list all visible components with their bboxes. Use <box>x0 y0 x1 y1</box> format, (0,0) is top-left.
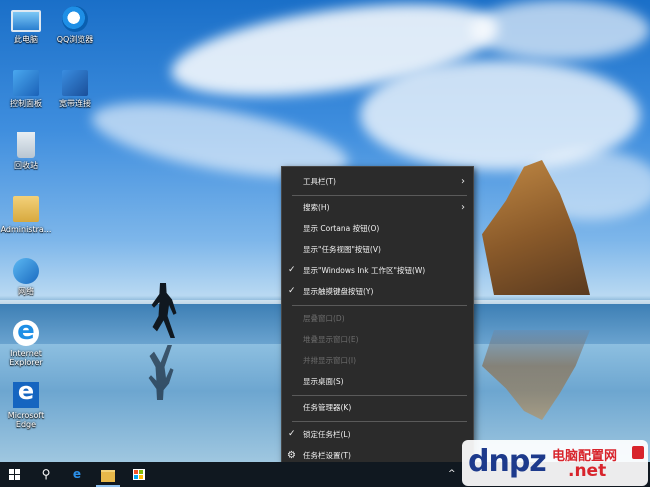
menu-separator <box>292 305 467 306</box>
recycle-bin-icon <box>17 132 35 158</box>
desktop-icon-label: 回收站 <box>14 161 38 170</box>
menu-separator <box>292 395 467 396</box>
menu-item-label: 显示"任务视图"按钮(V) <box>303 245 381 254</box>
taskbar-file-explorer-button[interactable] <box>93 462 123 487</box>
file-explorer-icon <box>101 470 115 482</box>
desktop-icon-label: Administra... <box>0 225 52 234</box>
wallpaper-cloud <box>470 0 650 60</box>
chevron-right-icon: › <box>461 202 465 213</box>
desktop-icon-label: 网络 <box>18 287 34 296</box>
edge-icon <box>13 377 39 408</box>
qq-browser-icon <box>62 6 88 32</box>
desktop-icon-broadband-connection[interactable]: 宽带连接 <box>49 70 101 108</box>
desktop-icon-label: QQ浏览器 <box>56 35 94 44</box>
menu-item-label: 层叠窗口(D) <box>303 314 345 323</box>
menu-item-show-touch-keyboard-button[interactable]: ✓ 显示触摸键盘按钮(Y) <box>282 282 473 301</box>
menu-item-label: 锁定任务栏(L) <box>303 430 351 439</box>
watermark-logo: dnpz <box>468 444 547 479</box>
this-pc-icon <box>11 10 41 32</box>
watermark-domain: .net <box>568 461 607 481</box>
menu-item-label: 搜索(H) <box>303 203 330 212</box>
desktop-icon-qq-browser[interactable]: QQ浏览器 <box>49 6 101 44</box>
menu-separator <box>292 195 467 196</box>
menu-item-task-manager[interactable]: 任务管理器(K) <box>282 398 473 417</box>
watermark: dnpz 电脑配置网 .net <box>462 440 648 486</box>
menu-item-search[interactable]: 搜索(H) › <box>282 198 473 217</box>
menu-item-show-windows-ink-button[interactable]: ✓ 显示"Windows Ink 工作区"按钮(W) <box>282 261 473 280</box>
search-button[interactable]: ⚲ <box>31 462 61 487</box>
menu-item-label: 工具栏(T) <box>303 177 336 186</box>
network-icon <box>13 258 39 284</box>
desktop-icon-microsoft-edge[interactable]: Microsoft Edge <box>0 377 52 429</box>
taskbar-store-button[interactable] <box>124 462 154 487</box>
desktop-icon-label: Microsoft Edge <box>7 411 45 429</box>
desktop-icon-this-pc[interactable]: 此电脑 <box>0 6 52 44</box>
menu-item-label: 显示"Windows Ink 工作区"按钮(W) <box>303 266 426 275</box>
internet-explorer-icon <box>13 316 39 346</box>
desktop-icon-administrator[interactable]: Administra... <box>0 196 52 234</box>
desktop-icon-control-panel[interactable]: 控制面板 <box>0 70 52 108</box>
control-panel-icon <box>13 70 39 96</box>
checkmark-icon: ✓ <box>288 429 296 439</box>
broadband-connection-icon <box>62 70 88 96</box>
search-icon: ⚲ <box>41 467 51 481</box>
windows-start-icon <box>9 469 21 481</box>
desktop-icon-recycle-bin[interactable]: 回收站 <box>0 132 52 170</box>
taskbar-edge-button[interactable]: e <box>62 462 92 487</box>
desktop-icon-label: 控制面板 <box>10 99 42 108</box>
start-button[interactable] <box>0 462 30 487</box>
edge-icon: e <box>72 467 82 481</box>
menu-item-label: 显示触摸键盘按钮(Y) <box>303 287 374 296</box>
checkmark-icon: ✓ <box>288 286 296 296</box>
desktop-icon-label: Internet Explorer <box>9 349 43 367</box>
menu-item-label: 任务管理器(K) <box>303 403 352 412</box>
menu-item-cascade-windows: 层叠窗口(D) <box>282 309 473 328</box>
menu-item-show-desktop[interactable]: 显示桌面(S) <box>282 372 473 391</box>
menu-item-toolbars[interactable]: 工具栏(T) › <box>282 172 473 191</box>
menu-item-label: 显示桌面(S) <box>303 377 344 386</box>
taskbar-context-menu: 工具栏(T) › 搜索(H) › 显示 Cortana 按钮(O) 显示"任务视… <box>281 166 474 467</box>
menu-separator <box>292 421 467 422</box>
menu-item-show-cortana-button[interactable]: 显示 Cortana 按钮(O) <box>282 219 473 238</box>
menu-item-lock-taskbar[interactable]: ✓ 锁定任务栏(L) <box>282 425 473 444</box>
checkmark-icon: ✓ <box>288 265 296 275</box>
desktop-icon-network[interactable]: 网络 <box>0 258 52 296</box>
menu-item-show-task-view-button[interactable]: 显示"任务视图"按钮(V) <box>282 240 473 259</box>
menu-item-label: 并排显示窗口(I) <box>303 356 357 365</box>
desktop-icon-internet-explorer[interactable]: Internet Explorer <box>0 316 52 367</box>
menu-item-label: 显示 Cortana 按钮(O) <box>303 224 380 233</box>
watermark-badge <box>632 446 644 459</box>
store-icon <box>133 469 145 480</box>
menu-item-label: 堆叠显示窗口(E) <box>303 335 359 344</box>
show-hidden-icons-button[interactable]: ^ <box>448 462 456 487</box>
user-folder-icon <box>13 196 39 222</box>
menu-item-side-by-side-windows: 并排显示窗口(I) <box>282 351 473 370</box>
desktop-icon-label: 此电脑 <box>14 35 38 44</box>
chevron-right-icon: › <box>461 176 465 187</box>
desktop-icon-label: 宽带连接 <box>59 99 91 108</box>
menu-item-stack-windows: 堆叠显示窗口(E) <box>282 330 473 349</box>
